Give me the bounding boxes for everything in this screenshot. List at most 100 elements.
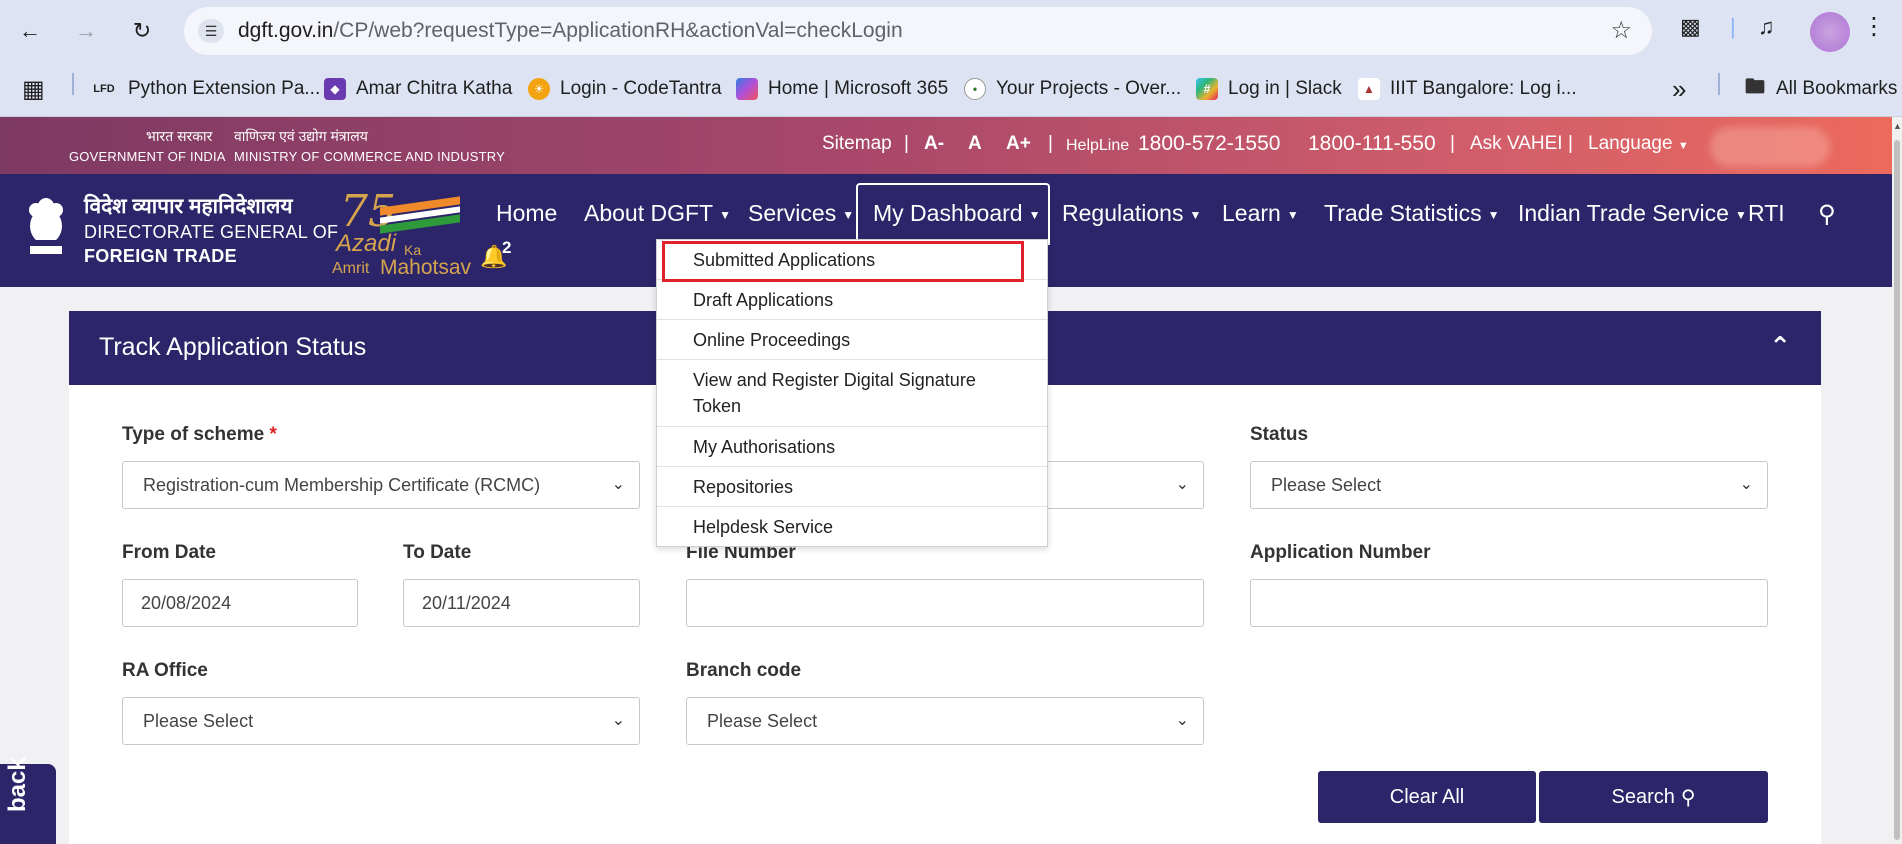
chevron-down-icon: ⌄ xyxy=(611,476,625,493)
menu-item-draft-applications[interactable]: Draft Applications xyxy=(657,280,1047,320)
application-number-input[interactable] xyxy=(1250,579,1768,627)
my-dashboard-dropdown: Submitted Applications Draft Application… xyxy=(656,239,1048,547)
dgft-hindi-title: विदेश व्यापार महानिदेशालय xyxy=(84,195,293,218)
caret-down-icon: ▼ xyxy=(719,207,731,222)
more-bookmarks-icon[interactable]: » xyxy=(1672,74,1686,104)
nav-learn[interactable]: Learn ▼ xyxy=(1222,200,1299,227)
url-text[interactable]: dgft.gov.in/CP/web?requestType=Applicati… xyxy=(238,19,903,43)
application-number-label: Application Number xyxy=(1250,542,1431,563)
national-emblem-icon xyxy=(29,198,63,254)
separator: | xyxy=(1450,133,1455,154)
microsoft365-icon xyxy=(736,78,758,100)
bookmark-divider xyxy=(1718,73,1720,95)
media-controls-icon[interactable]: ♫ xyxy=(1758,14,1775,40)
scroll-up-arrow-icon[interactable]: ▲ xyxy=(1893,121,1902,131)
ministry-english: MINISTRY OF COMMERCE AND INDUSTRY xyxy=(234,149,505,164)
caret-down-icon: ▼ xyxy=(842,207,855,222)
from-date-input[interactable]: 20/08/2024 xyxy=(122,579,358,627)
page-title: Track Application Status xyxy=(99,333,367,361)
menu-item-helpdesk-service[interactable]: Helpdesk Service xyxy=(657,507,1047,547)
font-decrease-button[interactable]: A- xyxy=(924,133,944,155)
type-of-scheme-label: Type of scheme * xyxy=(122,424,277,445)
gov-english: GOVERNMENT OF INDIA xyxy=(69,149,226,164)
scrollbar-thumb[interactable] xyxy=(1894,140,1900,840)
font-increase-button[interactable]: A+ xyxy=(1006,133,1031,155)
chevron-down-icon: ⌄ xyxy=(1739,476,1753,493)
bookmark-amar-chitra-katha[interactable]: ◆ Amar Chitra Katha xyxy=(324,76,512,102)
menu-item-digital-signature-token[interactable]: View and Register Digital Signature Toke… xyxy=(657,360,1047,427)
back-arrow-icon[interactable]: ← xyxy=(12,13,48,49)
lfd-icon: LFD xyxy=(93,83,115,95)
clear-all-button[interactable]: Clear All xyxy=(1318,771,1536,823)
menu-item-online-proceedings[interactable]: Online Proceedings xyxy=(657,320,1047,360)
nav-regulations[interactable]: Regulations ▼ xyxy=(1062,200,1201,227)
user-profile-blurred[interactable] xyxy=(1710,127,1830,167)
gov-hindi: भारत सरकार xyxy=(146,128,213,144)
bookmark-iiitb[interactable]: ▲ IIIT Bangalore: Log i... xyxy=(1358,76,1577,102)
nav-services[interactable]: Services ▼ xyxy=(748,200,854,227)
bookmarks-bar: ▦ LFD Python Extension Pa... ◆ Amar Chit… xyxy=(0,62,1902,117)
ask-vahei-link[interactable]: Ask VAHEI xyxy=(1470,133,1563,155)
search-button[interactable]: Search ⚲ xyxy=(1539,771,1768,823)
sitemap-link[interactable]: Sitemap xyxy=(822,133,892,155)
nav-my-dashboard[interactable]: My Dashboard ▼ xyxy=(873,200,1040,227)
status-label: Status xyxy=(1250,424,1309,445)
font-normal-button[interactable]: A xyxy=(968,133,982,155)
nav-rti[interactable]: RTI xyxy=(1748,200,1785,227)
status-select[interactable]: Please Select ⌄ xyxy=(1250,461,1768,509)
type-of-scheme-select[interactable]: Registration-cum Membership Certificate … xyxy=(122,461,640,509)
search-icon: ⚲ xyxy=(1680,786,1696,809)
caret-down-icon: ▼ xyxy=(1189,207,1202,222)
dgft-english-title-1: DIRECTORATE GENERAL OF xyxy=(84,222,339,242)
helpline-number-2[interactable]: 1800-111-550 xyxy=(1308,132,1436,156)
caret-down-icon: ▼ xyxy=(1734,207,1747,222)
search-icon[interactable]: ⚲ xyxy=(1818,200,1836,229)
dgft-english-title-2: FOREIGN TRADE xyxy=(84,246,237,266)
bookmark-divider xyxy=(72,73,74,95)
separator: | xyxy=(1568,133,1573,154)
forward-arrow-icon[interactable]: → xyxy=(68,13,104,49)
gov-top-strip: भारत सरकार GOVERNMENT OF INDIA वाणिज्य ए… xyxy=(0,117,1892,174)
nav-indian-trade-service[interactable]: Indian Trade Service ▼ xyxy=(1518,200,1747,227)
chevron-down-icon: ⌄ xyxy=(1175,476,1189,493)
ministry-hindi: वाणिज्य एवं उद्योग मंत्रालय xyxy=(234,128,368,144)
chevron-up-icon[interactable]: ⌃ xyxy=(1769,331,1791,362)
browser-toolbar: ← → ↻ ☰ dgft.gov.in/CP/web?requestType=A… xyxy=(0,0,1902,62)
address-bar[interactable]: ☰ dgft.gov.in/CP/web?requestType=Applica… xyxy=(184,7,1652,55)
language-dropdown[interactable]: Language ▼ xyxy=(1588,133,1689,155)
nav-about-dgft[interactable]: About DGFT ▼ xyxy=(584,200,731,227)
bookmark-python-extension[interactable]: LFD Python Extension Pa... xyxy=(90,76,320,102)
feedback-tab[interactable]: back xyxy=(0,757,56,844)
helpline-number-1[interactable]: 1800-572-1550 xyxy=(1138,132,1280,156)
branch-code-select[interactable]: Please Select ⌄ xyxy=(686,697,1204,745)
nav-trade-statistics[interactable]: Trade Statistics ▼ xyxy=(1324,200,1500,227)
site-info-icon[interactable]: ☰ xyxy=(198,19,224,43)
bookmark-microsoft365[interactable]: Home | Microsoft 365 xyxy=(736,76,948,102)
all-bookmarks-folder[interactable]: 🖿 All Bookmarks xyxy=(1744,76,1897,102)
bookmark-overleaf[interactable]: • Your Projects - Over... xyxy=(964,76,1181,102)
iiitb-icon: ▲ xyxy=(1358,78,1380,100)
reload-icon[interactable]: ↻ xyxy=(124,13,160,49)
extensions-icon[interactable]: ▩ xyxy=(1680,14,1701,40)
ra-office-select[interactable]: Please Select ⌄ xyxy=(122,697,640,745)
overleaf-icon: • xyxy=(964,78,986,100)
branch-code-label: Branch code xyxy=(686,660,802,681)
menu-item-my-authorisations[interactable]: My Authorisations xyxy=(657,427,1047,467)
apps-grid-icon[interactable]: ▦ xyxy=(22,76,45,103)
toolbar-divider: | xyxy=(1730,14,1736,39)
notification-count: 2 xyxy=(502,238,512,257)
bookmark-slack[interactable]: # Log in | Slack xyxy=(1196,76,1342,102)
to-date-input[interactable]: 20/11/2024 xyxy=(403,579,640,627)
chevron-down-icon: ⌄ xyxy=(1175,712,1189,729)
from-date-label: From Date xyxy=(122,542,216,563)
folder-icon: 🖿 xyxy=(1745,76,1765,98)
menu-item-repositories[interactable]: Repositories xyxy=(657,467,1047,507)
file-number-input[interactable] xyxy=(686,579,1204,627)
chrome-menu-icon[interactable]: ⋮ xyxy=(1862,12,1886,41)
nav-home[interactable]: Home xyxy=(496,200,557,227)
bookmark-star-icon[interactable]: ☆ xyxy=(1610,16,1632,45)
profile-avatar[interactable] xyxy=(1810,12,1850,52)
caret-down-icon: ▼ xyxy=(1286,207,1299,222)
bookmark-codetantra[interactable]: ☀ Login - CodeTantra xyxy=(528,76,722,102)
azadi-ka-amrit-mahotsav-logo[interactable]: 75 Azadi Ka Amrit Mahotsav xyxy=(330,186,485,282)
